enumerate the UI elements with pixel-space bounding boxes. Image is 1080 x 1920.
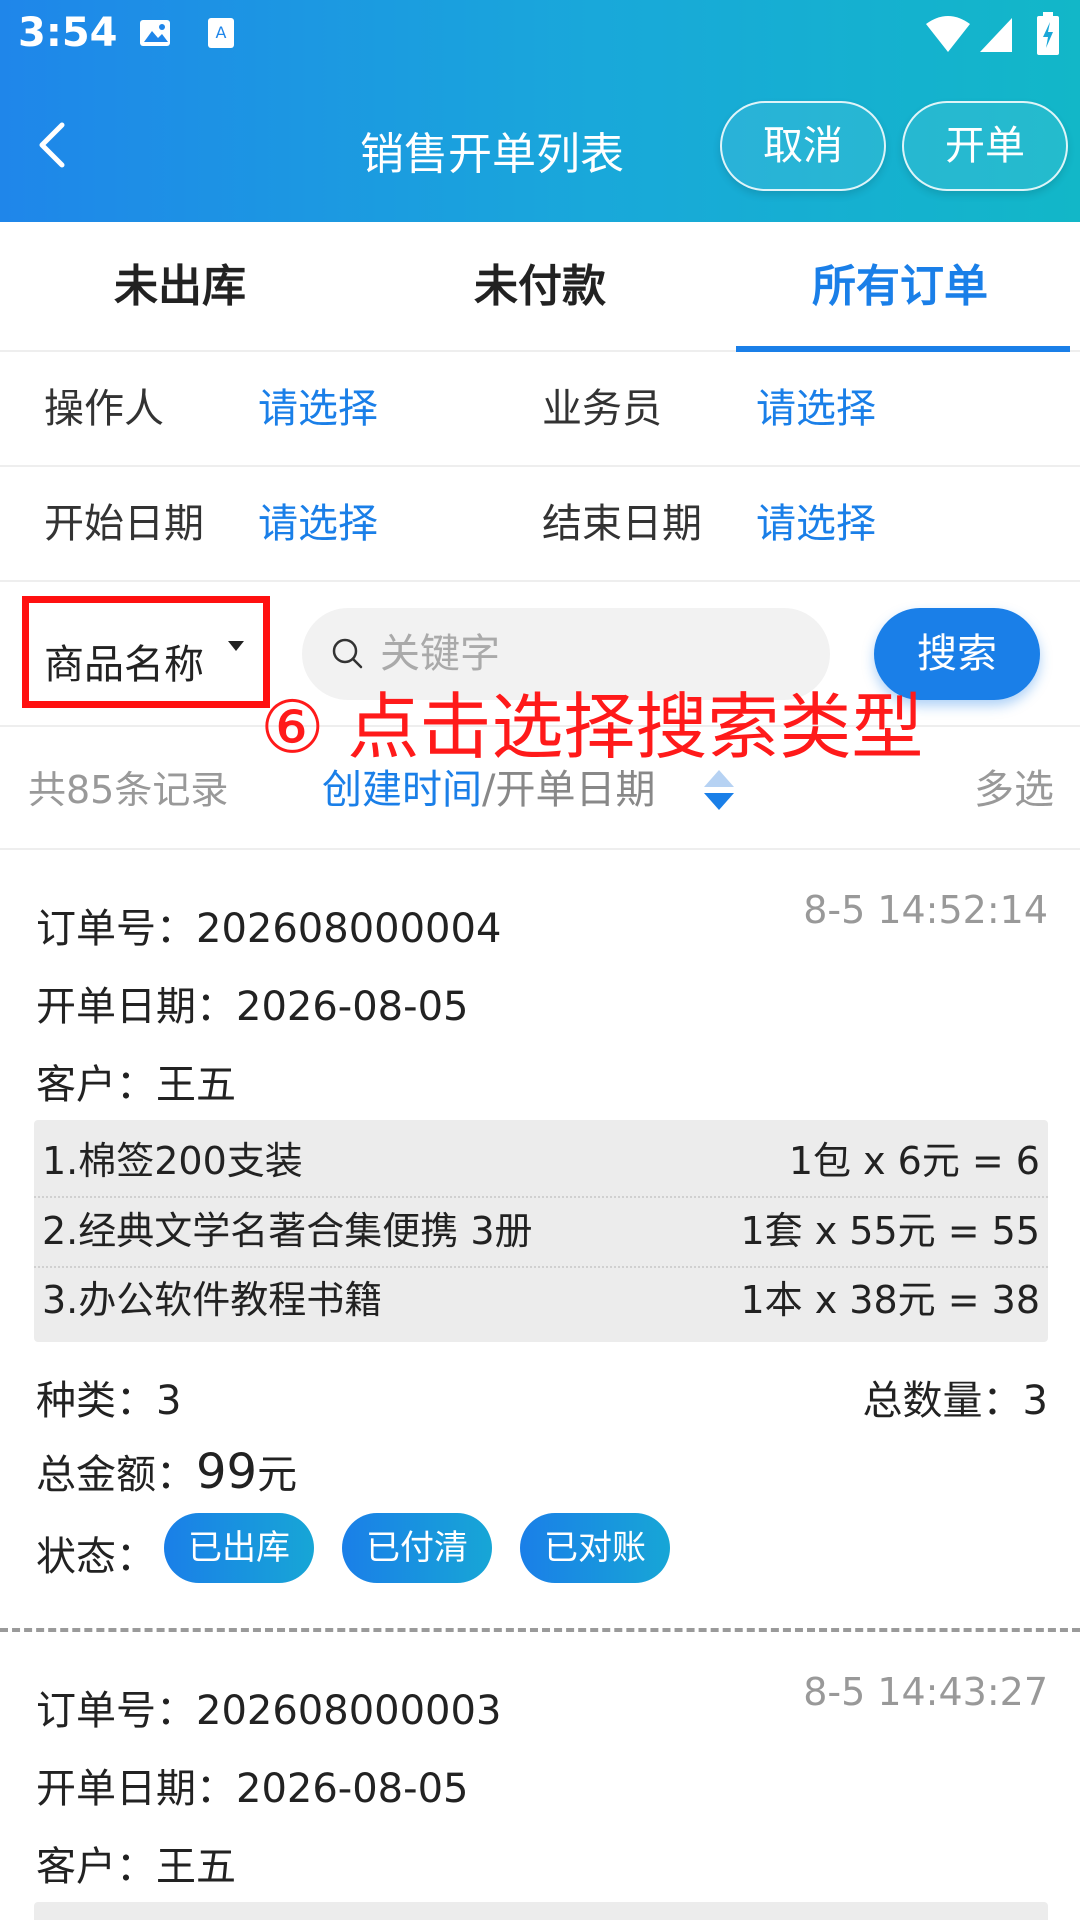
end-date-label: 结束日期 — [542, 501, 702, 547]
order-number-value: 202608000003 — [196, 1688, 502, 1734]
tab-bar: 未出库 未付款 所有订单 — [0, 222, 1080, 352]
salesperson-label: 业务员 — [542, 386, 662, 432]
sort-order-date[interactable]: 开单日期 — [495, 767, 655, 813]
sort-arrows-icon[interactable] — [702, 768, 736, 812]
search-icon — [332, 638, 363, 669]
tab-all-orders[interactable]: 所有订单 — [720, 222, 1080, 352]
order-customer: 客户：王五 — [36, 1834, 236, 1892]
sort-created-time[interactable]: 创建时间 — [322, 767, 482, 813]
battery-icon — [1037, 12, 1059, 55]
create-order-button[interactable]: 开单 — [902, 101, 1068, 191]
order-date-label: 开单日期： — [36, 984, 236, 1030]
order-number-label: 订单号： — [36, 1688, 196, 1734]
order-time: 8-5 14:52:14 — [803, 888, 1048, 932]
order-number-label: 订单号： — [36, 906, 196, 952]
order-date-label: 开单日期： — [36, 1766, 236, 1812]
customer-label: 客户： — [36, 1844, 156, 1890]
status-time: 3:54 — [18, 10, 118, 56]
item-price: 1包 x 6元 = 6 — [788, 1139, 1040, 1183]
operator-select[interactable]: 请选择 — [258, 352, 378, 467]
item-name: 3.办公软件教程书籍 — [42, 1278, 383, 1322]
total-quantity-value: 3 — [1022, 1378, 1048, 1424]
wifi-icon — [926, 16, 970, 52]
status-badge-reconciled: 已对账 — [520, 1513, 670, 1583]
start-date-label: 开始日期 — [44, 501, 204, 547]
back-arrow-icon[interactable] — [30, 115, 80, 175]
search-type-label: 商品名称 — [44, 642, 204, 688]
customer-label: 客户： — [36, 1062, 156, 1108]
item-price: 1套 x 55元 = 55 — [740, 1209, 1040, 1253]
signal-icon — [980, 18, 1012, 52]
customer-value: 王五 — [156, 1844, 236, 1890]
currency-unit: 元 — [257, 1452, 298, 1498]
order-card[interactable]: 订单号：202608000003 8-5 14:43:27 开单日期：2026-… — [0, 1634, 1080, 1920]
order-customer: 客户：王五 — [36, 1052, 236, 1110]
status-badge-paid: 已付清 — [342, 1513, 492, 1583]
cancel-button[interactable]: 取消 — [720, 101, 886, 191]
end-date-select[interactable]: 请选择 — [756, 467, 876, 582]
list-toolbar: 共85条记录 创建时间/开单日期 多选 — [0, 730, 1080, 850]
status-badge-shipped: 已出库 — [164, 1513, 314, 1583]
total-amount-value: 99 — [196, 1444, 258, 1500]
dropdown-caret-icon — [228, 641, 244, 651]
status-label: 状态： — [36, 1534, 156, 1580]
filter-row-dates: 开始日期 请选择 结束日期 请选择 — [0, 467, 1080, 582]
order-total-amount: 总金额：99元 — [36, 1442, 297, 1500]
order-date: 开单日期：2026-08-05 — [36, 974, 468, 1032]
tab-unpaid[interactable]: 未付款 — [360, 222, 720, 352]
start-date-select[interactable]: 请选择 — [258, 467, 378, 582]
salesperson-select[interactable]: 请选择 — [756, 352, 876, 467]
order-items — [34, 1902, 1048, 1920]
order-number: 订单号：202608000003 — [36, 1678, 501, 1736]
order-time: 8-5 14:43:27 — [803, 1670, 1048, 1714]
sort-separator: / — [482, 767, 496, 813]
status-bar: 3:54 A — [0, 0, 1080, 74]
multi-select-button[interactable]: 多选 — [974, 730, 1054, 850]
kinds-label: 种类： — [36, 1378, 156, 1424]
order-card[interactable]: 订单号：202608000004 8-5 14:52:14 开单日期：2026-… — [0, 852, 1080, 1622]
image-notification-icon — [140, 20, 170, 46]
sort-control[interactable]: 创建时间/开单日期 — [322, 730, 655, 850]
order-date: 开单日期：2026-08-05 — [36, 1756, 468, 1814]
record-count: 共85条记录 — [28, 768, 229, 812]
customer-value: 王五 — [156, 1062, 236, 1108]
filter-row-people: 操作人 请选择 业务员 请选择 — [0, 352, 1080, 467]
app-header: 3:54 A 销售开单列表 取消 开单 — [0, 0, 1080, 222]
order-divider — [0, 1628, 1080, 1632]
total-amount-label: 总金额： — [36, 1452, 196, 1498]
item-price: 1本 x 38元 = 38 — [740, 1278, 1040, 1322]
operator-label: 操作人 — [44, 386, 164, 432]
order-item: 1.棉签200支装 1包 x 6元 = 6 — [34, 1127, 1048, 1195]
item-name: 2.经典文学名著合集便携 3册 — [42, 1209, 533, 1253]
order-date-value: 2026-08-05 — [236, 984, 469, 1030]
order-item: 2.经典文学名著合集便携 3册 1套 x 55元 = 55 — [34, 1197, 1048, 1265]
item-name: 1.棉签200支装 — [42, 1139, 303, 1183]
order-number-value: 202608000004 — [196, 906, 502, 952]
svg-text:A: A — [216, 23, 227, 42]
total-quantity-label: 总数量： — [862, 1378, 1023, 1424]
order-kinds: 种类：3 — [36, 1368, 181, 1426]
order-item: 3.办公软件教程书籍 1本 x 38元 = 38 — [34, 1266, 1048, 1334]
tab-not-shipped[interactable]: 未出库 — [0, 222, 360, 352]
text-notification-icon: A — [208, 18, 234, 48]
order-number: 订单号：202608000004 — [36, 896, 501, 954]
kinds-value: 3 — [156, 1378, 182, 1424]
page-title: 销售开单列表 — [360, 129, 624, 180]
order-items: 1.棉签200支装 1包 x 6元 = 6 2.经典文学名著合集便携 3册 1套… — [34, 1120, 1048, 1342]
order-date-value: 2026-08-05 — [236, 1766, 469, 1812]
order-total-quantity: 总数量：3 — [863, 1368, 1048, 1426]
